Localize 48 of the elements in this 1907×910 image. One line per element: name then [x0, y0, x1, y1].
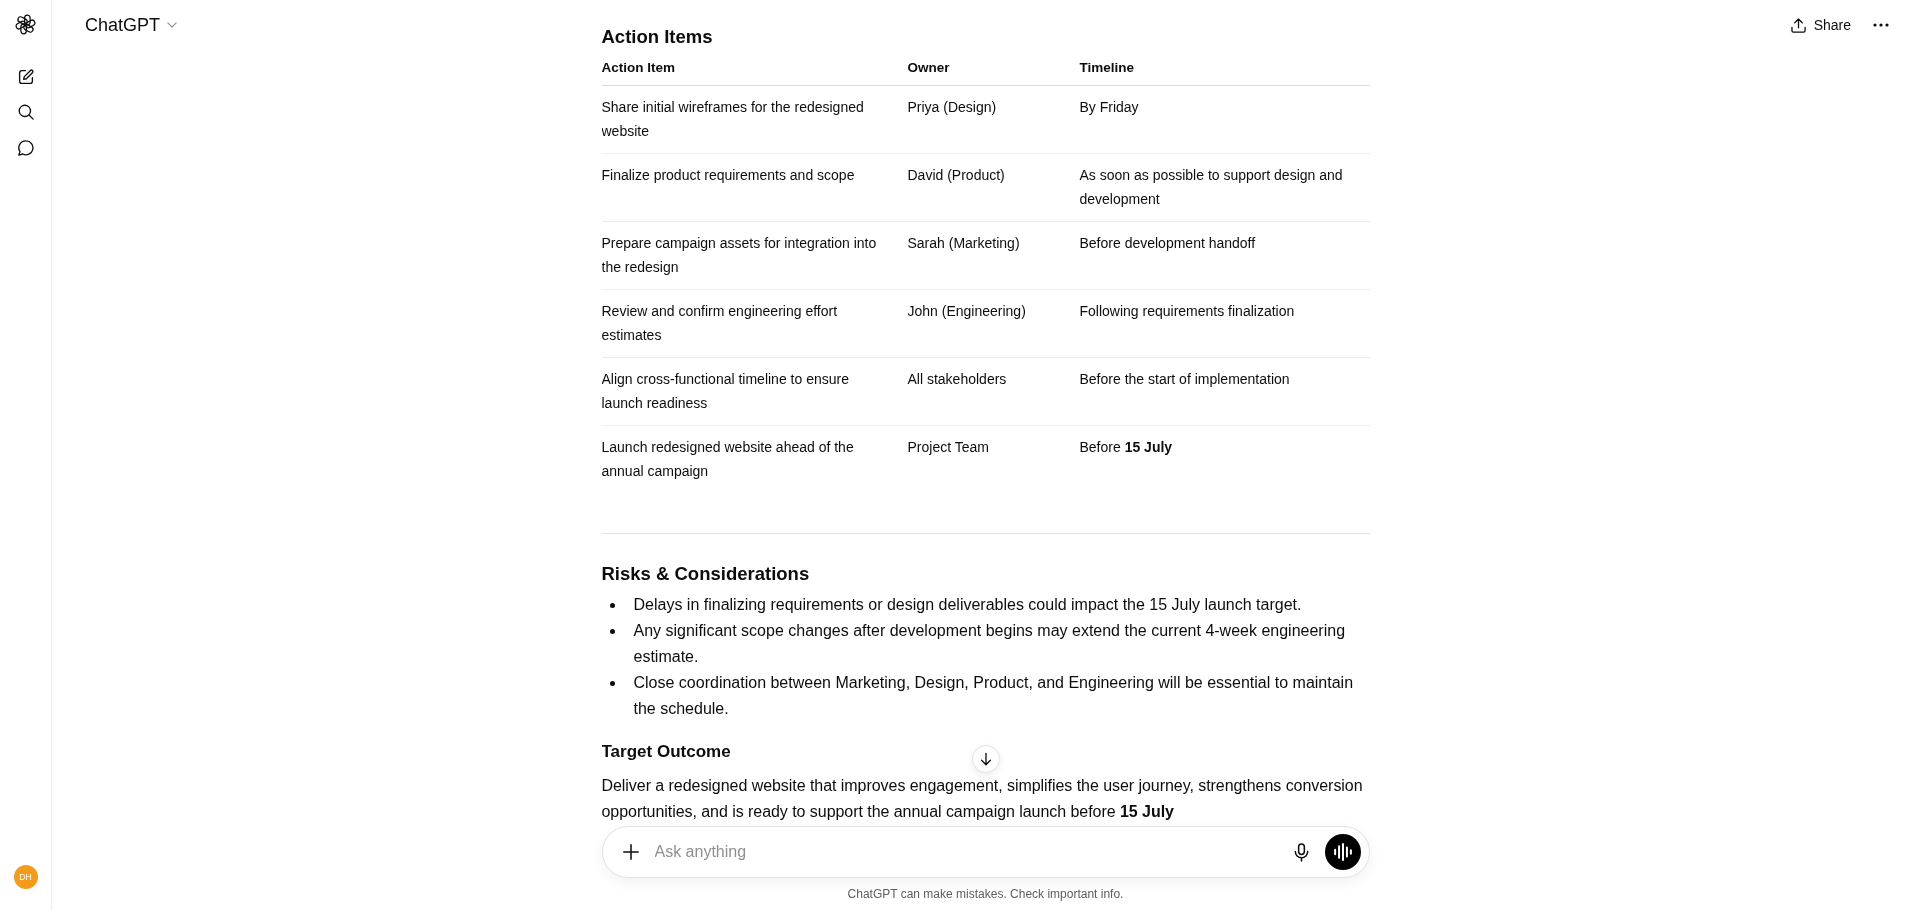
table-cell: All stakeholders [907, 357, 1080, 426]
voice-mode-button[interactable] [1324, 834, 1361, 870]
table-cell: Launch redesigned website ahead of the annual campaign [601, 425, 908, 493]
model-selector[interactable]: ChatGPT [85, 11, 178, 39]
table-cell: Before 15 July [1079, 425, 1370, 493]
upload-icon [1790, 17, 1806, 33]
table-cell: Priya (Design) [907, 85, 1080, 154]
table-cell: Align cross-functional timeline to ensure launch readiness [601, 357, 908, 426]
section-heading: Risks & Considerations [601, 562, 810, 586]
section-heading: Target Outcome [601, 741, 731, 763]
table-cell: John (Engineering) [907, 289, 1080, 358]
section-heading: Action Items [601, 25, 713, 49]
list-item-text: Close coordination between Marketing, Design, Product, and Engineering will be essential to maintain the schedule. [633, 673, 1355, 719]
bullet-icon [609, 629, 615, 634]
list-item-text: Delays in finalizing requirements or design deliverables could impact the 15 July launch target. [633, 595, 1303, 615]
table-cell: Review and confirm engineering effort estimates [601, 289, 908, 358]
message-input[interactable]: Ask anything [654, 840, 1292, 864]
search-icon[interactable] [16, 103, 35, 121]
plus-icon[interactable] [621, 843, 640, 861]
table-cell: By Friday [1079, 85, 1370, 154]
paragraph: Deliver a redesigned website that improves engagement, simplifies the user journey, strengthens conversion opportunities, and is ready to support the annual campaign launch before 15 July [601, 776, 1364, 822]
table-cell: Before the start of implementation [1079, 357, 1370, 426]
list-item-text: Any significant scope changes after development begins may extend the current 4-week engineering estimate. [633, 621, 1347, 667]
table-cell: Finalize product requirements and scope [601, 153, 908, 222]
table-cell: Share initial wireframes for the redesigned website [601, 85, 908, 154]
column-header: Timeline [1079, 51, 1370, 86]
table-cell: As soon as possible to support design and development [1079, 153, 1370, 222]
bullet-icon [609, 681, 615, 686]
chevron-down-icon [167, 22, 178, 28]
table-cell: Before development handoff [1079, 221, 1370, 290]
table-cell: Following requirements finalization [1079, 289, 1370, 358]
edit-icon[interactable] [16, 68, 35, 86]
message-composer[interactable]: Ask anything [601, 826, 1370, 878]
arrow-down-icon [978, 752, 993, 766]
more-icon[interactable] [1873, 23, 1889, 27]
table-cell: David (Product) [907, 153, 1080, 222]
waveform-icon [1333, 843, 1352, 861]
table-cell: Sarah (Marketing) [907, 221, 1080, 290]
column-header: Owner [907, 51, 1080, 86]
chat-bubble-icon[interactable] [16, 139, 35, 157]
scroll-down-button[interactable] [971, 745, 1000, 773]
table-cell: Project Team [907, 425, 1080, 493]
share-button[interactable]: Share [1790, 15, 1851, 35]
bullet-icon [609, 603, 615, 608]
column-header: Action Item [601, 51, 908, 86]
table-cell: Prepare campaign assets for integration into the redesign [601, 221, 908, 290]
disclaimer-text: ChatGPT can make mistakes. Check important info. [846, 886, 1125, 903]
logo-icon[interactable] [15, 14, 36, 35]
